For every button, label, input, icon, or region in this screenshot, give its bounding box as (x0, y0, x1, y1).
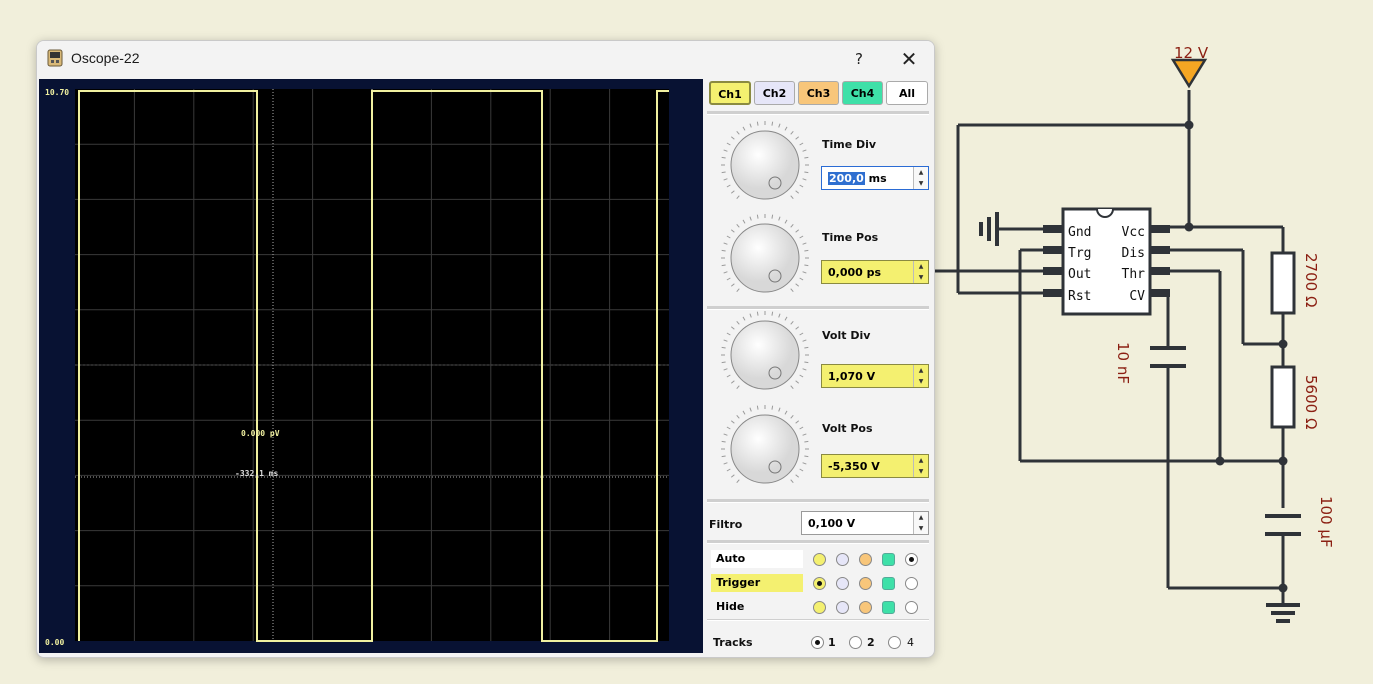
capacitor-c2[interactable] (1265, 514, 1301, 536)
auto-ch3-toggle[interactable] (859, 553, 872, 566)
filtro-label: Filtro (709, 518, 743, 531)
volt-div-knob[interactable] (719, 309, 811, 401)
volt-div-input[interactable]: 1,070 V ▲ ▼ (821, 364, 929, 388)
divider (707, 619, 929, 621)
ic-pin-trg: Trg (1068, 246, 1091, 261)
mode-auto-label: Auto (711, 550, 803, 568)
ground-bottom-icon (1266, 603, 1300, 623)
filtro-spinner-icon[interactable]: ▲ ▼ (913, 512, 928, 534)
tracks-label: Tracks (713, 636, 753, 649)
y-min-label: 0.00 (45, 638, 65, 647)
hide-all-toggle[interactable] (905, 601, 918, 614)
time-pos-spinner-icon[interactable]: ▲ ▼ (913, 261, 928, 283)
divider (707, 111, 929, 115)
tracks-radio-2[interactable] (849, 636, 862, 649)
volt-div-label: Volt Div (822, 329, 871, 342)
ic-pin-vcc: Vcc (1122, 225, 1145, 240)
trigger-ch3-toggle[interactable] (859, 577, 872, 590)
tab-ch1[interactable]: Ch1 (709, 81, 751, 105)
app-icon (47, 49, 63, 67)
auto-ch1-toggle[interactable] (813, 553, 826, 566)
r2-label: 5600 Ω (1302, 375, 1320, 429)
divider (707, 540, 929, 544)
ic-pin-thr: Thr (1122, 267, 1146, 282)
volt-pos-spinner-icon[interactable]: ▲ ▼ (913, 455, 928, 477)
tab-ch2[interactable]: Ch2 (754, 81, 795, 105)
r1-label: 2700 Ω (1302, 253, 1320, 307)
time-div-knob[interactable] (719, 119, 811, 211)
cursor-voltage-label: 0.000 pV (241, 429, 280, 438)
volt-pos-knob[interactable] (719, 403, 811, 495)
time-pos-label: Time Pos (822, 231, 879, 244)
trigger-ch4-toggle[interactable] (882, 577, 895, 590)
ic-pin-rst: Rst (1068, 289, 1091, 304)
resistor-r1[interactable] (1270, 251, 1296, 315)
help-button[interactable]: ? (845, 45, 873, 73)
c2-label: 100 µF (1317, 496, 1335, 548)
filtro-input[interactable]: 0,100 V ▲ ▼ (801, 511, 929, 535)
tracks-option-2: 2 (867, 636, 875, 649)
mode-trigger-label: Trigger (711, 574, 803, 592)
time-pos-knob[interactable] (719, 212, 811, 304)
close-button[interactable]: ✕ (895, 45, 923, 73)
tab-ch4[interactable]: Ch4 (842, 81, 883, 105)
supply-icon (1170, 58, 1208, 89)
time-pos-input[interactable]: 0,000 ps ▲ ▼ (821, 260, 929, 284)
capacitor-c1[interactable] (1150, 346, 1186, 368)
tab-all[interactable]: All (886, 81, 928, 105)
supply-label: 12 V (1174, 44, 1209, 62)
volt-pos-input[interactable]: -5,350 V ▲ ▼ (821, 454, 929, 478)
window-title: Oscope-22 (71, 50, 140, 66)
scope-plot (75, 89, 669, 642)
auto-all-toggle[interactable] (905, 553, 918, 566)
ground-left-icon (979, 212, 999, 246)
volt-pos-label: Volt Pos (822, 422, 873, 435)
mode-hide-label: Hide (716, 600, 745, 613)
hide-ch4-toggle[interactable] (882, 601, 895, 614)
oscope-window: Oscope-22 ? ✕ 10.70 0.00 0.000 pV -332.1… (36, 40, 935, 658)
volt-div-spinner-icon[interactable]: ▲ ▼ (913, 365, 928, 387)
control-panel: Ch1 Ch2 Ch3 Ch4 All Time Div 200,0 ms ▲ ▼… (707, 79, 931, 655)
auto-ch4-toggle[interactable] (882, 553, 895, 566)
tracks-option-1: 1 (828, 636, 836, 649)
ic-pin-gnd: Gnd (1068, 225, 1091, 240)
time-div-input[interactable]: 200,0 ms ▲ ▼ (821, 166, 929, 190)
hide-ch1-toggle[interactable] (813, 601, 826, 614)
ic-555[interactable]: Gnd Trg Out Rst Vcc Dis Thr CV (1043, 207, 1170, 316)
trigger-ch2-toggle[interactable] (836, 577, 849, 590)
c1-label: 10 nF (1114, 342, 1132, 384)
tab-ch3[interactable]: Ch3 (798, 81, 839, 105)
hide-ch2-toggle[interactable] (836, 601, 849, 614)
trigger-all-toggle[interactable] (905, 577, 918, 590)
divider (707, 499, 929, 503)
ic-pin-out: Out (1068, 267, 1091, 282)
time-div-label: Time Div (822, 138, 877, 151)
ic-pin-dis: Dis (1122, 246, 1145, 261)
auto-ch2-toggle[interactable] (836, 553, 849, 566)
y-max-label: 10.70 (45, 88, 70, 97)
tracks-radio-4[interactable] (888, 636, 901, 649)
resistor-r2[interactable] (1270, 365, 1296, 429)
cursor-time-label: -332.1 ms (235, 469, 279, 478)
tracks-option-4: 4 (907, 636, 914, 649)
time-div-spinner-icon[interactable]: ▲ ▼ (913, 167, 928, 189)
hide-ch3-toggle[interactable] (859, 601, 872, 614)
trigger-ch1-toggle[interactable] (813, 577, 826, 590)
scope-screen[interactable]: 10.70 0.00 0.000 pV -332.1 ms (39, 79, 703, 653)
tracks-radio-1[interactable] (811, 636, 824, 649)
title-bar[interactable]: Oscope-22 ? ✕ (37, 41, 934, 77)
ic-pin-cv: CV (1129, 289, 1145, 304)
